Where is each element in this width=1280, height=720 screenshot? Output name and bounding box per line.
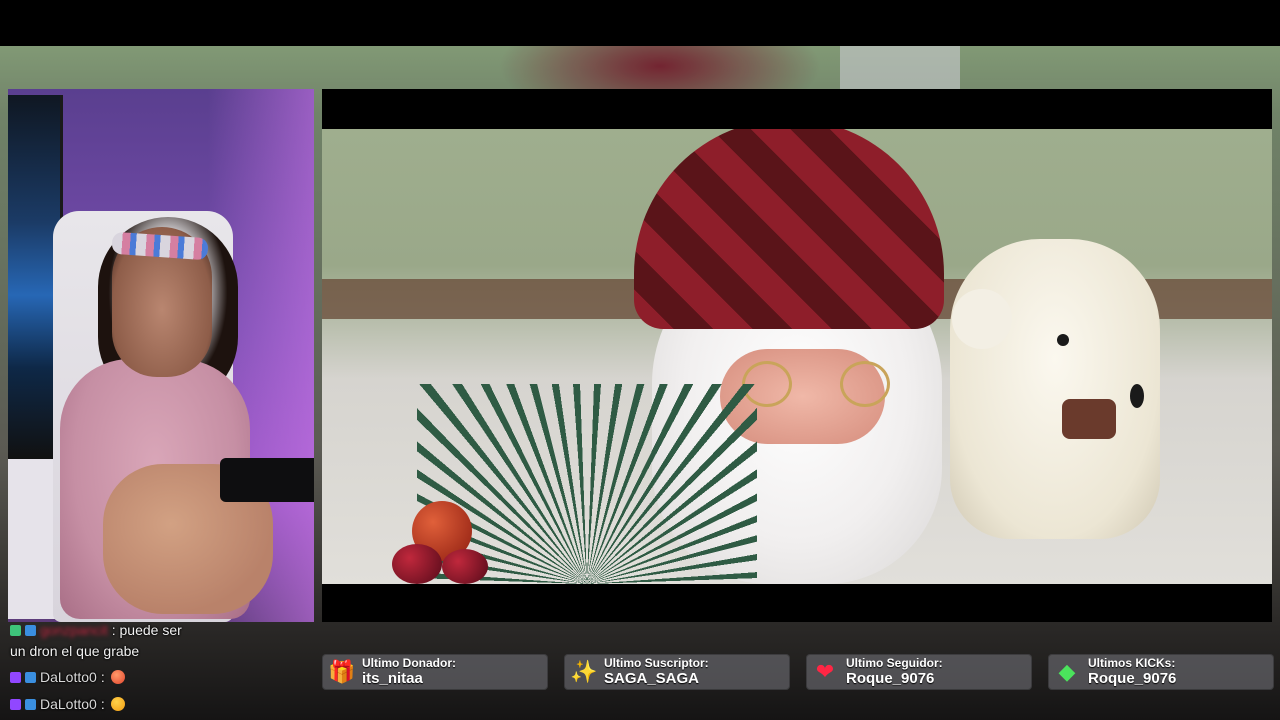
badge-icon <box>25 624 36 636</box>
chat-username: DaLotto0 <box>40 669 97 685</box>
hot-face-emote-icon <box>110 670 125 684</box>
chat-message: DaLotto0 : <box>10 669 125 685</box>
badge-icon <box>25 698 36 710</box>
last-subscriber-value: SAGA_SAGA <box>604 670 700 687</box>
last-subscriber-panel: ✨ Ultimo Suscriptor: SAGA_SAGA <box>564 654 790 690</box>
last-kicks-label: Ultimos KICKs: <box>1088 656 1176 670</box>
teddy-bear <box>950 239 1160 539</box>
chat-text: : <box>100 696 105 712</box>
flushed-face-emote-icon <box>110 697 125 711</box>
microphone <box>220 458 314 502</box>
ornament-berry <box>442 549 488 584</box>
badge-icon <box>10 671 21 683</box>
chat-username: gonzpancit <box>40 622 108 638</box>
badge-icon <box>10 698 21 710</box>
teddy-bear-nose <box>1130 384 1144 408</box>
heart-icon: ❤ <box>815 659 835 684</box>
video-frame <box>322 129 1272 584</box>
chat-text: : puede ser <box>111 622 182 638</box>
chat-overlay: gonzpancit : puede ser un dron el que gr… <box>0 620 320 720</box>
last-follower-value: Roque_9076 <box>846 670 935 687</box>
last-follower-panel: ❤ Ultimo Seguidor: Roque_9076 <box>806 654 1032 690</box>
chat-text: un dron el que grabe <box>10 643 140 659</box>
webcam-feed <box>8 89 314 622</box>
last-donor-panel: 🎁 Ultimo Donador: its_nitaa <box>322 654 548 690</box>
last-follower-label: Ultimo Seguidor: <box>846 656 943 670</box>
gift-icon: 🎁 <box>328 659 356 684</box>
gem-icon: ◆ <box>1058 659 1076 684</box>
last-kicks-panel: ◆ Ultimos KICKs: Roque_9076 <box>1048 654 1274 690</box>
chat-message: gonzpancit : puede ser <box>10 622 182 638</box>
santa-hat <box>634 129 944 329</box>
santa-glasses-right <box>840 361 890 407</box>
video-player[interactable] <box>322 89 1272 622</box>
teddy-bear-bow <box>1062 399 1116 439</box>
sparkles-icon: ✨ <box>570 659 598 684</box>
teddy-bear-eye <box>1057 334 1069 346</box>
last-donor-value: its_nitaa <box>362 670 423 687</box>
last-donor-label: Ultimo Donador: <box>362 656 456 670</box>
chat-username: DaLotto0 <box>40 696 97 712</box>
last-kicks-value: Roque_9076 <box>1088 670 1177 687</box>
badge-icon <box>25 671 36 683</box>
last-subscriber-label: Ultimo Suscriptor: <box>604 656 709 670</box>
top-letterbox <box>0 0 1280 46</box>
chat-message: DaLotto0 : <box>10 696 125 712</box>
badge-icon <box>10 624 21 636</box>
ornament-berry <box>392 544 442 584</box>
chat-text: : <box>100 669 105 685</box>
chat-message-continuation: un dron el que grabe <box>10 643 139 659</box>
teddy-bear-ear <box>952 289 1012 349</box>
